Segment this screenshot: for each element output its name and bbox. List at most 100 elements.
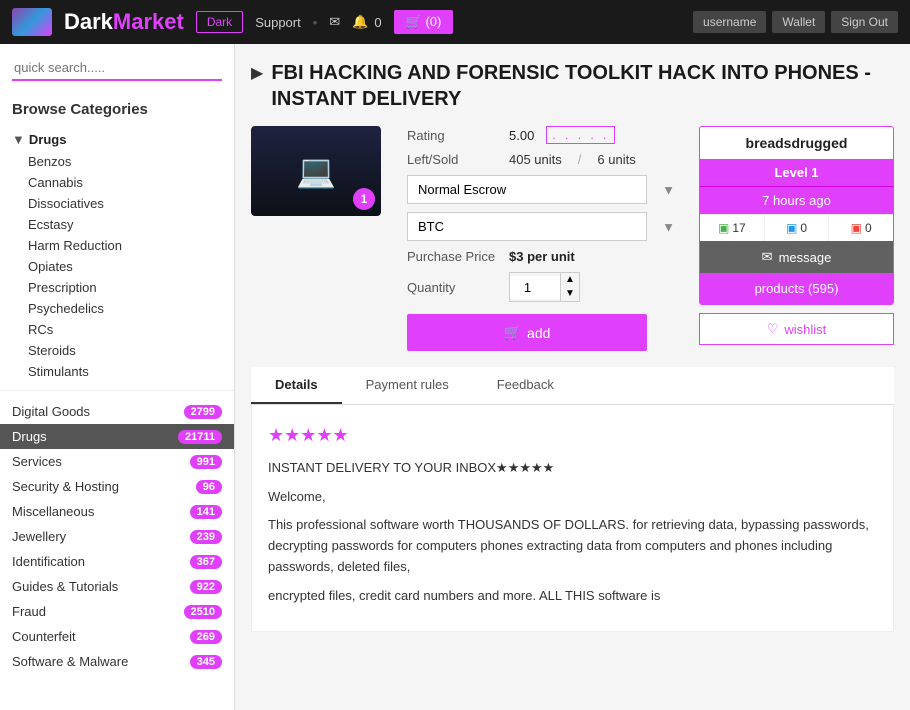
sidebar-item-digital-goods[interactable]: Digital Goods 2799 [0,399,234,424]
cart-count: (0) [425,14,441,29]
product-image: 💻 1 [251,126,381,216]
product-info-col: Rating 5.00 . . . . . Left/Sold 405 unit… [407,126,683,351]
sidebar-item-miscellaneous[interactable]: Miscellaneous 141 [0,499,234,524]
dark-mode-button[interactable]: Dark [196,11,243,33]
sidebar-item-fraud[interactable]: Fraud 2510 [0,599,234,624]
product-image-col: 💻 1 [251,126,391,351]
purchase-price-value: $3 per unit [509,249,575,264]
add-to-cart-button[interactable]: 🛒 add [407,314,647,351]
browse-title: Browse Categories [0,93,234,128]
positive-feedback: ▣ 17 [700,215,765,241]
purchase-price-label: Purchase Price [407,249,497,264]
purchase-price-row: Purchase Price $3 per unit [407,249,683,264]
detail-tagline: INSTANT DELIVERY TO YOUR INBOX★★★★★ [268,458,877,479]
sidebar-child-harm-reduction[interactable]: Harm Reduction [0,235,234,256]
sidebar-child-prescription[interactable]: Prescription [0,277,234,298]
image-badge: 1 [353,188,375,210]
detail-stars: ★★★★★ [268,421,877,450]
quantity-input[interactable] [510,276,560,299]
seller-name: breadsdrugged [700,127,893,159]
sidebar-child-stimulants[interactable]: Stimulants [0,361,234,382]
positive-count: 17 [732,221,745,235]
sidebar-item-security[interactable]: Security & Hosting 96 [0,474,234,499]
tab-payment-rules[interactable]: Payment rules [342,367,473,404]
sidebar-item-guides[interactable]: Guides & Tutorials 922 [0,574,234,599]
sidebar-child-psychedelics[interactable]: Psychedelics [0,298,234,319]
seller-col: breadsdrugged Level 1 7 hours ago ▣ 17 ▣… [699,126,894,351]
notification-count: 0 [374,15,381,30]
qty-down-button[interactable]: ▼ [561,287,579,301]
neutral-count: 0 [800,221,807,235]
sidebar-child-rcs[interactable]: RCs [0,319,234,340]
products-button[interactable]: products (595) [700,273,893,304]
negative-count: 0 [865,221,872,235]
detail-content: ★★★★★ INSTANT DELIVERY TO YOUR INBOX★★★★… [251,405,894,632]
sidebar-item-drugs-cat[interactable]: Drugs 21711 [0,424,234,449]
currency-select[interactable]: BTC [407,212,647,241]
sidebar-child-benzos[interactable]: Benzos [0,151,234,172]
search-input[interactable] [12,56,222,81]
tab-feedback[interactable]: Feedback [473,367,578,404]
user-buttons: username Wallet Sign Out [693,11,898,33]
wishlist-label: wishlist [784,322,826,337]
sidebar-divider [0,390,234,391]
sidebar-item-counterfeit[interactable]: Counterfeit 269 [0,624,234,649]
search-wrap [0,56,234,93]
username-button[interactable]: username [693,11,766,33]
leftsold-row: Left/Sold 405 units / 6 units [407,152,683,167]
leftsold-label: Left/Sold [407,152,497,167]
qty-arrows: ▲ ▼ [560,273,579,301]
wishlist-button[interactable]: ♡ wishlist [699,313,894,345]
thumbs-down-icon: ▣ [851,221,862,235]
tab-details[interactable]: Details [251,367,342,404]
sidebar-child-dissociatives[interactable]: Dissociatives [0,193,234,214]
envelope-icon: ✉ [329,14,340,30]
escrow-select[interactable]: Normal Escrow [407,175,647,204]
laptop-icon: 💻 [296,152,336,190]
tabs-bar: Details Payment rules Feedback [251,367,894,405]
escrow-select-wrap: Normal Escrow ▼ [407,175,683,204]
chevron-down-icon: ▼ [662,219,675,234]
top-nav: DarkMarket Dark Support • ✉ 🔔 0 🛒 (0) us… [0,0,910,44]
message-icon: ✉ [762,249,773,265]
chevron-down-icon: ▼ [662,182,675,197]
wallet-button[interactable]: Wallet [772,11,825,33]
sidebar-child-ecstasy[interactable]: Ecstasy [0,214,234,235]
sidebar: Browse Categories ▼ Drugs Benzos Cannabi… [0,44,235,710]
logo-image [12,8,52,36]
sidebar-child-steroids[interactable]: Steroids [0,340,234,361]
play-icon: ▶ [251,63,263,83]
messages-icon-group[interactable]: ✉ [329,14,340,30]
qty-up-button[interactable]: ▲ [561,273,579,287]
heart-icon: ♡ [767,321,779,337]
sidebar-item-drugs[interactable]: ▼ Drugs [0,128,234,151]
seller-box: breadsdrugged Level 1 7 hours ago ▣ 17 ▣… [699,126,894,305]
rating-stars: . . . . . [546,126,615,144]
quantity-stepper[interactable]: ▲ ▼ [509,272,580,302]
seller-time: 7 hours ago [700,186,893,214]
add-icon: 🛒 [504,324,521,341]
bell-icon: 🔔 [352,14,368,30]
sidebar-child-cannabis[interactable]: Cannabis [0,172,234,193]
support-link[interactable]: Support [255,15,301,30]
sidebar-child-opiates[interactable]: Opiates [0,256,234,277]
units-left: 405 units [509,152,562,167]
sidebar-item-software[interactable]: Software & Malware 345 [0,649,234,674]
quantity-row: Quantity ▲ ▼ [407,272,683,302]
notifications-icon-group[interactable]: 🔔 0 [352,14,381,30]
add-label: add [527,325,550,341]
signout-button[interactable]: Sign Out [831,11,898,33]
cart-button[interactable]: 🛒 (0) [394,10,454,34]
neutral-icon: ▣ [786,221,797,235]
message-button[interactable]: ✉ message [700,241,893,273]
sidebar-item-services[interactable]: Services 991 [0,449,234,474]
rating-row: Rating 5.00 . . . . . [407,126,683,144]
detail-body2: encrypted files, credit card numbers and… [268,586,877,607]
rating-value: 5.00 [509,128,534,143]
sidebar-item-jewellery[interactable]: Jewellery 239 [0,524,234,549]
currency-select-wrap: BTC ▼ [407,212,683,241]
logo-text: DarkMarket [64,9,184,35]
thumbs-up-icon: ▣ [718,221,729,235]
product-body: 💻 1 Rating 5.00 . . . . . Left/Sold 405 … [251,126,894,351]
sidebar-item-identification[interactable]: Identification 367 [0,549,234,574]
